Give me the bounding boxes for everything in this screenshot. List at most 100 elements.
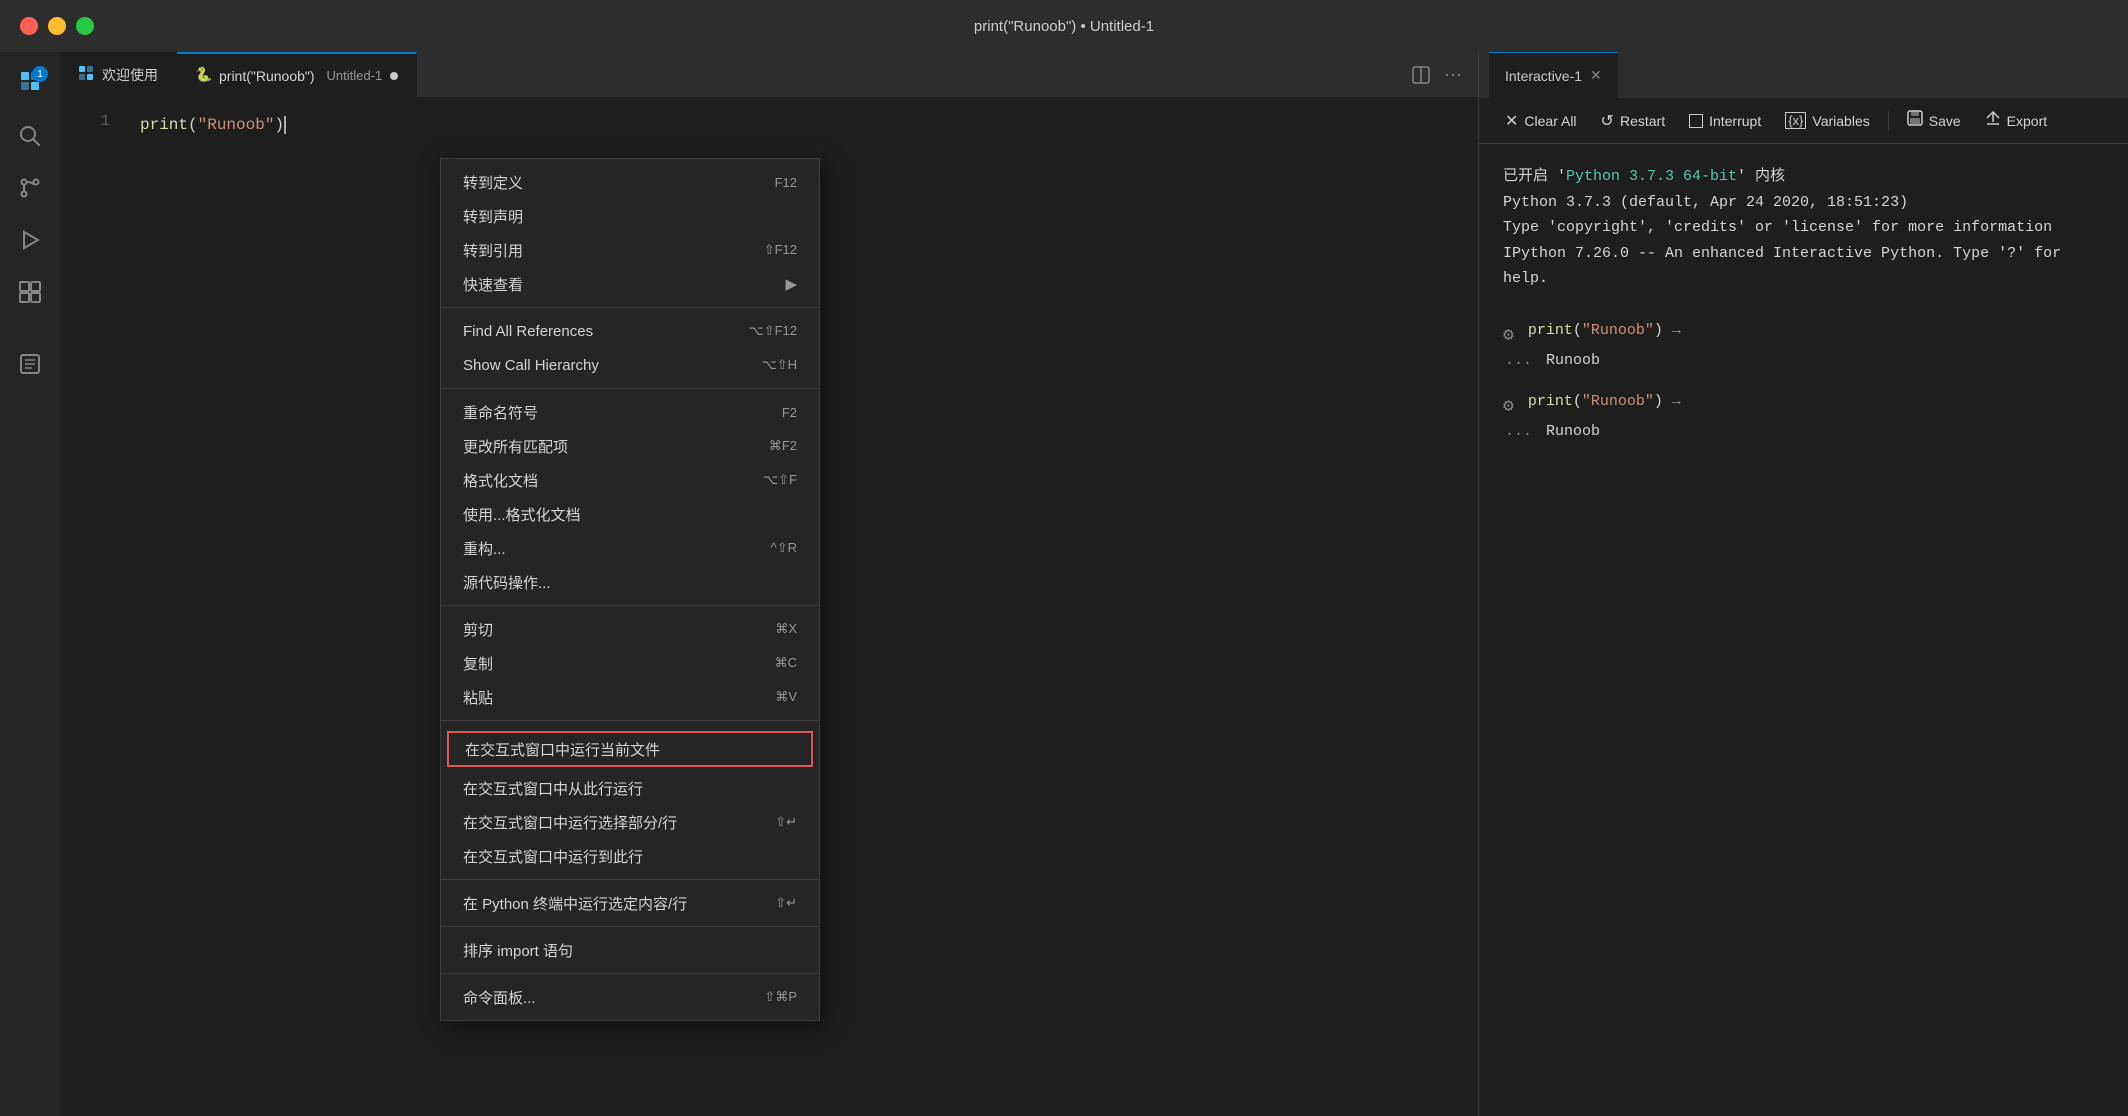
panel-tab-label: Interactive-1 [1505,68,1582,84]
panel-toolbar: ✕ Clear All ↺ Restart Interrupt {x} Vari… [1479,98,2128,144]
menu-source-action[interactable]: 源代码操作... [441,565,819,599]
menu-run-from-line[interactable]: 在交互式窗口中从此行运行 [441,771,819,805]
clear-all-button[interactable]: ✕ Clear All [1495,107,1587,135]
more-actions-button[interactable]: ··· [1438,60,1468,90]
interrupt-icon [1689,114,1703,128]
panel-tab-close-button[interactable]: ✕ [1590,67,1602,84]
editor-content: 1 print("Runoob") 转到定义 F12 转到声明 转到引用 [60,98,1478,1116]
menu-goto-references[interactable]: 转到引用 ⇧F12 [441,233,819,267]
clear-all-icon: ✕ [1505,111,1518,131]
close-button[interactable] [20,17,38,35]
menu-run-selection[interactable]: 在交互式窗口中运行选择部分/行 ⇧↵ [441,805,819,839]
panel-tab-bar: Interactive-1 ✕ [1479,52,2128,98]
variables-label: Variables [1812,113,1869,129]
intro-line-1: 已开启 'Python 3.7.3 64-bit' 内核 [1503,164,2104,190]
interrupt-label: Interrupt [1709,113,1761,129]
traffic-lights [20,17,94,35]
restart-icon: ↺ [1601,111,1614,131]
menu-run-to-line[interactable]: 在交互式窗口中运行到此行 [441,839,819,873]
cell-input-1: ⚙ print("Runoob") → [1503,322,2104,346]
window-title: print("Runoob") • Untitled-1 [20,18,2108,35]
menu-change-all-occurrences[interactable]: 更改所有匹配项 ⌘F2 [441,429,819,463]
menu-copy[interactable]: 复制 ⌘C [441,646,819,680]
menu-cut[interactable]: 剪切 ⌘X [441,612,819,646]
line-numbers: 1 [60,98,120,1116]
menu-find-all-references[interactable]: Find All References ⌥⇧F12 [441,314,819,348]
svg-text:🐍: 🐍 [195,66,211,82]
cell-output-1: Runoob [1546,352,1600,369]
tab-untitled[interactable]: 🐍 print("Runoob") Untitled-1 [177,52,417,98]
save-button[interactable]: Save [1897,106,1971,135]
python-tab-icon: 🐍 [195,66,211,85]
restart-button[interactable]: ↺ Restart [1591,107,1676,135]
line-number-1: 1 [60,112,110,130]
activity-bar: 1 [0,52,60,1116]
vscode-tab-icon [78,65,94,84]
menu-format-document[interactable]: 格式化文档 ⌥⇧F [441,463,819,497]
menu-run-in-terminal[interactable]: 在 Python 终端中运行选定内容/行 ⇧↵ [441,886,819,920]
minimize-button[interactable] [48,17,66,35]
cell-input-2: ⚙ print("Runoob") → [1503,393,2104,417]
tab-modified-dot [390,72,398,80]
sidebar-item-explorer[interactable]: 1 [8,62,52,106]
restart-label: Restart [1620,113,1665,129]
panel-intro: 已开启 'Python 3.7.3 64-bit' 内核 Python 3.7.… [1503,164,2104,292]
menu-goto-definition[interactable]: 转到定义 F12 [441,165,819,199]
menu-show-call-hierarchy[interactable]: Show Call Hierarchy ⌥⇧H [441,348,819,382]
save-icon [1907,110,1923,131]
menu-command-palette[interactable]: 命令面板... ⇧⌘P [441,980,819,1014]
menu-refactor[interactable]: 重构... ^⇧R [441,531,819,565]
code-func-print: print [140,116,188,134]
variables-button[interactable]: {x} Variables [1775,108,1880,133]
save-label: Save [1929,113,1961,129]
sidebar-item-extensions[interactable] [8,270,52,314]
export-label: Export [2007,113,2047,129]
cell-gear-icon-2: ⚙ [1503,395,1514,417]
code-line-1: print("Runoob") [140,112,1478,138]
menu-sep-5 [441,879,819,880]
sidebar-item-notebook[interactable] [8,342,52,386]
cell-block-2: ⚙ print("Runoob") → ... Runoob [1503,393,2104,440]
titlebar: print("Runoob") • Untitled-1 [0,0,2128,52]
intro-line-2: Python 3.7.3 (default, Apr 24 2020, 18:5… [1503,190,2104,216]
editor-area: 欢迎使用 🐍 print("Runoob") Untitled-1 [60,52,1478,1116]
tab-interactive-1[interactable]: Interactive-1 ✕ [1489,52,1618,98]
export-button[interactable]: Export [1975,106,2057,135]
cell-code-1: print("Runoob") → [1528,322,1681,339]
sidebar-item-run[interactable] [8,218,52,262]
tab-welcome[interactable]: 欢迎使用 [60,52,177,98]
tab-bar: 欢迎使用 🐍 print("Runoob") Untitled-1 [60,52,1478,98]
notification-badge: 1 [32,66,48,82]
menu-paste[interactable]: 粘贴 ⌘V [441,680,819,714]
menu-sep-7 [441,973,819,974]
main-layout: 1 [0,52,2128,1116]
cell-block-1: ⚙ print("Runoob") → ... Runoob [1503,322,2104,369]
panel-content[interactable]: 已开启 'Python 3.7.3 64-bit' 内核 Python 3.7.… [1479,144,2128,1116]
cell-dots-2: ... [1505,423,1532,440]
tab-print-label: print("Runoob") [219,68,315,84]
sidebar-item-git[interactable] [8,166,52,210]
menu-run-in-interactive-file[interactable]: 在交互式窗口中运行当前文件 [447,731,813,767]
text-cursor [284,116,286,134]
menu-run-file-wrapper: 在交互式窗口中运行当前文件 [441,727,819,771]
menu-sep-1 [441,307,819,308]
menu-goto-declaration[interactable]: 转到声明 [441,199,819,233]
cell-code-2: print("Runoob") → [1528,393,1681,410]
intro-line-3: Type 'copyright', 'credits' or 'license'… [1503,215,2104,241]
menu-sep-6 [441,926,819,927]
menu-format-document-with[interactable]: 使用...格式化文档 [441,497,819,531]
split-editor-button[interactable] [1406,60,1436,90]
code-string-runoob: "Runoob" [198,116,275,134]
cell-gear-icon-1: ⚙ [1503,324,1514,346]
interrupt-button[interactable]: Interrupt [1679,109,1771,133]
intro-line-4: IPython 7.26.0 -- An enhanced Interactiv… [1503,241,2104,292]
tab-welcome-label: 欢迎使用 [102,65,158,85]
interactive-panel: Interactive-1 ✕ ✕ Clear All ↺ Restart In… [1478,52,2128,1116]
menu-quick-peek[interactable]: 快速查看 ▶ [441,267,819,301]
maximize-button[interactable] [76,17,94,35]
sidebar-item-search[interactable] [8,114,52,158]
menu-rename-symbol[interactable]: 重命名符号 F2 [441,395,819,429]
menu-sort-imports[interactable]: 排序 import 语句 [441,933,819,967]
toolbar-sep-1 [1888,111,1889,131]
menu-sep-3 [441,605,819,606]
